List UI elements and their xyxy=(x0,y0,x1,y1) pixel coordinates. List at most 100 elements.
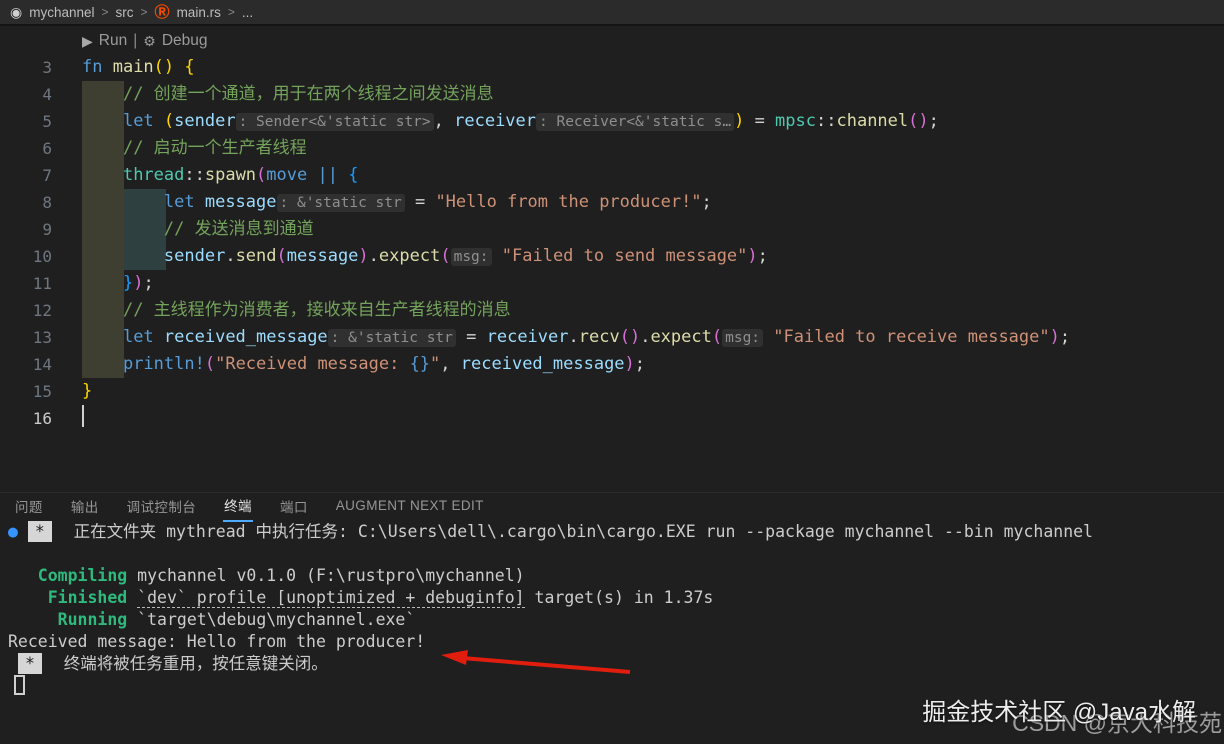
line-number: 6 xyxy=(42,139,52,158)
code-token: () xyxy=(908,111,929,131)
code-token: { xyxy=(184,57,195,77)
code-token: ; xyxy=(143,273,154,293)
vscode-window: ◉ mychannel > src > Ⓡ main.rs > ... ▶ Ru… xyxy=(0,0,1224,744)
code-token: // 主线程作为消费者，接收来自生产者线程的消息 xyxy=(122,300,511,320)
code-line-content: fn main() { xyxy=(52,54,195,81)
code-line[interactable]: 9 // 发送消息到通道 xyxy=(0,216,1224,243)
code-token: thread xyxy=(122,165,185,185)
panel-tab[interactable]: 问题 xyxy=(14,493,44,521)
code-line[interactable]: 6 // 启动一个生产者线程 xyxy=(0,135,1224,162)
code-token: // 发送消息到通道 xyxy=(163,219,314,239)
code-line[interactable]: 13 let received_message: &'static str = … xyxy=(0,324,1224,351)
line-number: 4 xyxy=(42,85,52,104)
codelens-run-link[interactable]: Run xyxy=(99,32,127,50)
terminal-task-badge: * xyxy=(27,521,52,542)
code-token: ) xyxy=(734,111,745,131)
chevron-right-icon: > xyxy=(140,5,148,19)
codelens-separator: | xyxy=(133,32,138,49)
panel-tab[interactable]: 输出 xyxy=(70,493,100,521)
line-number: 8 xyxy=(42,193,52,212)
terminal-link[interactable]: `dev` profile [unoptimized + debuginfo] xyxy=(137,588,525,608)
code-token: expect xyxy=(378,246,441,266)
codelens-debug-link[interactable]: Debug xyxy=(162,32,208,50)
terminal-text: Received message: Hello from the produce… xyxy=(8,632,426,651)
rust-file-icon: Ⓡ xyxy=(154,3,170,21)
code-line[interactable]: 7 thread::spawn(move || { xyxy=(0,162,1224,189)
code-token: ; xyxy=(634,354,646,374)
code-token: mpsc xyxy=(775,111,816,131)
panel-tab[interactable]: 终端 xyxy=(223,492,253,522)
code-line[interactable]: 10 sender.send(message).expect(msg: "Fai… xyxy=(0,243,1224,270)
code-line-content: sender.send(message).expect(msg: "Failed… xyxy=(52,243,768,270)
panel-tab[interactable]: 调试控制台 xyxy=(126,493,198,521)
code-line[interactable]: 12 // 主线程作为消费者，接收来自生产者线程的消息 xyxy=(0,297,1224,324)
code-token: send xyxy=(235,246,277,266)
code-token: ; xyxy=(1059,327,1071,347)
code-line[interactable]: 5 let (sender: Sender<&'static str>, rec… xyxy=(0,108,1224,135)
code-token: ) xyxy=(624,354,635,374)
panel-tab[interactable]: AUGMENT NEXT EDIT xyxy=(335,495,485,518)
code-line-content: thread::spawn(move || { xyxy=(52,162,359,189)
code-token: () xyxy=(153,57,175,77)
terminal-cursor xyxy=(14,675,25,695)
code-token: expect xyxy=(650,327,712,347)
code-token: . xyxy=(640,327,651,347)
terminal-text: Compiling xyxy=(8,566,128,585)
code-line[interactable]: 14 println!("Received message: {}", rece… xyxy=(0,351,1224,378)
breadcrumb-item-project[interactable]: mychannel xyxy=(29,5,94,20)
code-token: . xyxy=(225,246,236,266)
breadcrumb-item-file[interactable]: main.rs xyxy=(177,5,221,20)
code-line[interactable]: 3 fn main() { xyxy=(0,54,1224,81)
code-token: message xyxy=(286,246,359,266)
code-token: ( xyxy=(204,354,216,374)
debug-gear-icon: ⚙ xyxy=(143,32,156,49)
panel-tab[interactable]: 端口 xyxy=(279,493,309,521)
code-token: // 启动一个生产者线程 xyxy=(122,138,307,158)
code-token: received_message xyxy=(460,354,625,374)
code-line[interactable]: 15} xyxy=(0,378,1224,405)
code-line-content: let received_message: &'static str = rec… xyxy=(52,324,1070,351)
code-area: 3 fn main() {4 // 创建一个通道，用于在两个线程之间发送消息 5 l… xyxy=(0,54,1224,432)
terminal-text: target(s) in 1.37s xyxy=(524,588,714,607)
line-number: 5 xyxy=(42,112,52,131)
terminal-line: Compiling mychannel v0.1.0 (F:\rustpro\m… xyxy=(8,565,1224,587)
code-token: . xyxy=(568,327,579,347)
code-token: = xyxy=(455,327,487,347)
terminal-text: `target\debug\mychannel.exe` xyxy=(127,610,416,629)
breadcrumb-item-symbol[interactable]: ... xyxy=(242,5,253,20)
terminal-line: Running `target\debug\mychannel.exe` xyxy=(8,609,1224,631)
code-token: ( xyxy=(276,246,287,266)
code-line[interactable]: 11 }); xyxy=(0,270,1224,297)
code-token: ) xyxy=(747,246,758,266)
code-line-content: let (sender: Sender<&'static str>, recei… xyxy=(52,108,939,135)
line-number: 14 xyxy=(32,355,52,374)
breadcrumb-item-src[interactable]: src xyxy=(116,5,134,20)
code-token: } xyxy=(82,381,93,401)
code-line[interactable]: 4 // 创建一个通道，用于在两个线程之间发送消息 xyxy=(0,81,1224,108)
chevron-right-icon: > xyxy=(227,5,235,19)
code-line[interactable]: 16 xyxy=(0,405,1224,432)
code-token: " xyxy=(430,354,441,374)
code-line-content: // 创建一个通道，用于在两个线程之间发送消息 xyxy=(52,81,494,108)
line-number: 13 xyxy=(32,328,52,347)
code-token: message xyxy=(204,192,277,212)
code-line[interactable]: 8 let message: &'static str = "Hello fro… xyxy=(0,189,1224,216)
terminal-text: Running xyxy=(8,610,128,629)
code-line-content: // 启动一个生产者线程 xyxy=(52,135,307,162)
code-token: || xyxy=(317,165,349,185)
code-token: println! xyxy=(122,354,205,374)
code-token: main xyxy=(112,57,154,77)
terminal-output[interactable]: ● * 正在文件夹 mythread 中执行任务: C:\Users\dell\… xyxy=(0,521,1224,675)
terminal-text: mychannel v0.1.0 (F:\rustpro\mychannel) xyxy=(127,566,525,585)
